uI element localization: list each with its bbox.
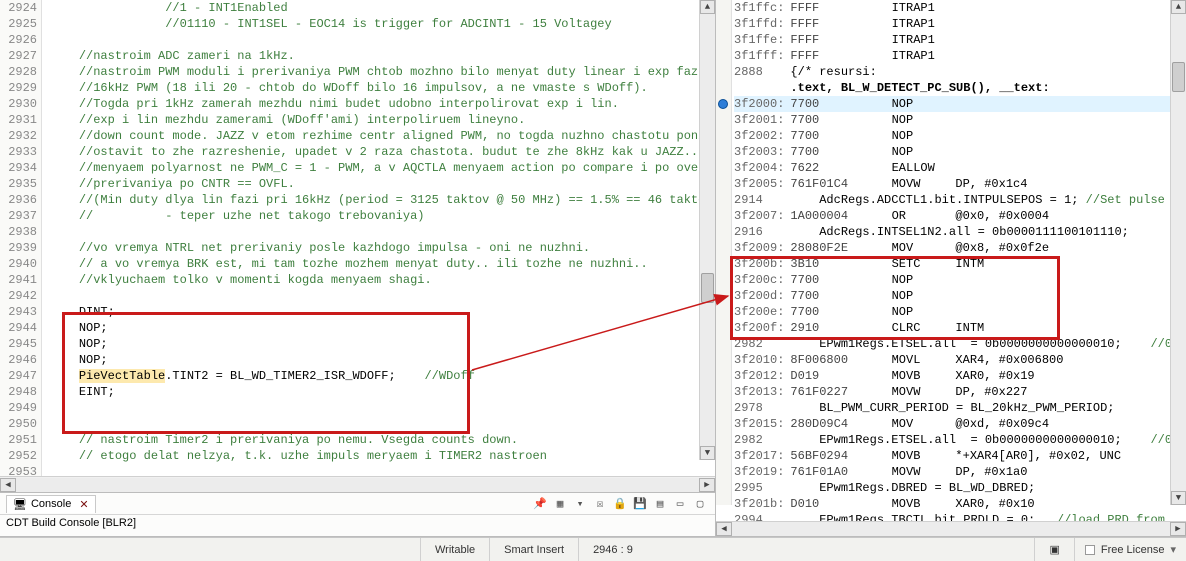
- disasm-row[interactable]: 3f2013:761F0227 MOVWDP, #0x227: [734, 384, 1178, 400]
- console-tab[interactable]: 🖥 Console ✕: [6, 495, 96, 513]
- dropdown-icon[interactable]: ▾: [571, 495, 589, 513]
- disasm-row[interactable]: 3f200b:3B10 SETCINTM: [734, 256, 1178, 272]
- status-bar: Writable Smart Insert 2946 : 9 ▣ Free Li…: [0, 537, 1186, 561]
- disasm-row[interactable]: 3f2009:28080F2E MOV@0x8, #0x0f2e: [734, 240, 1178, 256]
- disasm-row[interactable]: 3f2010:8F006800 MOVLXAR4, #0x006800: [734, 352, 1178, 368]
- disassembly-view: 3f1ffc:FFFF ITRAP13f1ffd:FFFF ITRAP13f1f…: [716, 0, 1186, 536]
- disasm-row[interactable]: 3f2015:280D09C4 MOV@0xd, #0x09c4: [734, 416, 1178, 432]
- console-tab-label: Console: [31, 498, 71, 510]
- scroll-lock-icon[interactable]: 🔒: [611, 495, 629, 513]
- disasm-row[interactable]: 3f200c:7700 NOP: [734, 272, 1178, 288]
- editor-vertical-scrollbar[interactable]: ▲ ▼: [699, 0, 715, 460]
- console-toolbar: 📌 ▦ ▾ ☒ 🔒 💾 ▤ ▭ ▢: [531, 495, 715, 513]
- disasm-row[interactable]: 3f2019:761F01A0 MOVWDP, #0x1a0: [734, 464, 1178, 480]
- scroll-up-button[interactable]: ▲: [1171, 0, 1186, 14]
- disasm-row[interactable]: 3f2007:1A000004 OR@0x0, #0x0004: [734, 208, 1178, 224]
- console-body-line: CDT Build Console [BLR2]: [0, 515, 715, 536]
- open-console-icon[interactable]: ▤: [651, 495, 669, 513]
- editor-horizontal-scrollbar[interactable]: ◀ ▶: [0, 476, 715, 492]
- source-editor: 2924292529262927292829292930293129322933…: [0, 0, 716, 536]
- license-icon: [1085, 545, 1095, 555]
- disasm-row[interactable]: 3f1fff:FFFF ITRAP1: [734, 48, 1178, 64]
- status-chip-icon: ▣: [1034, 538, 1073, 561]
- disasm-row[interactable]: 3f2002:7700 NOP: [734, 128, 1178, 144]
- disasm-row[interactable]: 3f2000:7700 NOP: [734, 96, 1178, 112]
- disasm-row[interactable]: 2914 AdcRegs.ADCCTL1.bit.INTPULSEPOS = 1…: [734, 192, 1178, 208]
- editor-gutter: 2924292529262927292829292930293129322933…: [0, 0, 42, 476]
- status-cursor-pos: 2946 : 9: [578, 538, 647, 561]
- disasm-row[interactable]: 3f200e:7700 NOP: [734, 304, 1178, 320]
- disasm-row[interactable]: 3f1ffc:FFFF ITRAP1: [734, 0, 1178, 16]
- chevron-down-icon[interactable]: ▾: [1170, 543, 1176, 556]
- disasm-row[interactable]: 2888{/* resursi:: [734, 64, 1178, 80]
- disasm-row[interactable]: 3f2003:7700 NOP: [734, 144, 1178, 160]
- minimize-icon[interactable]: ▭: [671, 495, 689, 513]
- breakpoint-marker[interactable]: [718, 99, 728, 109]
- disasm-row[interactable]: 2982 EPwm1Regs.ETSEL.all = 0b00000000000…: [734, 336, 1178, 352]
- status-writable: Writable: [420, 538, 489, 561]
- console-panel: 🖥 Console ✕ 📌 ▦ ▾ ☒ 🔒 💾 ▤ ▭ ▢: [0, 492, 715, 536]
- disasm-row[interactable]: 3f2005:761F01C4 MOVWDP, #0x1c4: [734, 176, 1178, 192]
- disasm-row[interactable]: 2994 EPwm1Regs.TBCTL.bit.PRDLD = 0; //lo…: [734, 512, 1178, 521]
- status-license: Free License: [1101, 544, 1165, 556]
- disasm-row[interactable]: 3f1ffe:FFFF ITRAP1: [734, 32, 1178, 48]
- scroll-down-button[interactable]: ▼: [700, 446, 715, 460]
- disasm-horizontal-scrollbar[interactable]: ◀ ▶: [716, 521, 1186, 536]
- disasm-marker-column: [716, 0, 732, 505]
- save-icon[interactable]: 💾: [631, 495, 649, 513]
- disasm-row[interactable]: 3f2017:56BF0294 MOVB*+XAR4[AR0], #0x02, …: [734, 448, 1178, 464]
- scroll-left-button[interactable]: ◀: [0, 478, 16, 492]
- scroll-up-button[interactable]: ▲: [700, 0, 715, 14]
- scroll-right-button[interactable]: ▶: [1170, 522, 1186, 536]
- clear-icon[interactable]: ☒: [591, 495, 609, 513]
- disassembly-table[interactable]: 3f1ffc:FFFF ITRAP13f1ffd:FFFF ITRAP13f1f…: [734, 0, 1178, 521]
- display-selected-icon[interactable]: ▦: [551, 495, 569, 513]
- disasm-vertical-scrollbar[interactable]: ▲ ▼: [1170, 0, 1186, 505]
- scroll-thumb[interactable]: [701, 273, 714, 303]
- scroll-down-button[interactable]: ▼: [1171, 491, 1186, 505]
- disasm-row[interactable]: .text, BL_W_DETECT_PC_SUB(), __text:: [734, 80, 1178, 96]
- disasm-row[interactable]: 2916 AdcRegs.INTSEL1N2.all = 0b000011110…: [734, 224, 1178, 240]
- scroll-thumb[interactable]: [1172, 62, 1185, 92]
- scroll-right-button[interactable]: ▶: [699, 478, 715, 492]
- close-icon[interactable]: ✕: [79, 498, 88, 511]
- disasm-row[interactable]: 2978 BL_PWM_CURR_PERIOD = BL_20kHz_PWM_P…: [734, 400, 1178, 416]
- disasm-row[interactable]: 2995 EPwm1Regs.DBRED = BL_WD_DBRED;: [734, 480, 1178, 496]
- disasm-row[interactable]: 2982 EPwm1Regs.ETSEL.all = 0b00000000000…: [734, 432, 1178, 448]
- disasm-row[interactable]: 3f2001:7700 NOP: [734, 112, 1178, 128]
- scroll-left-button[interactable]: ◀: [716, 522, 732, 536]
- status-insert-mode: Smart Insert: [489, 538, 578, 561]
- disasm-row[interactable]: 3f200f:2910 CLRCINTM: [734, 320, 1178, 336]
- disasm-row[interactable]: 3f200d:7700 NOP: [734, 288, 1178, 304]
- editor-code-area[interactable]: //1 - INT1Enabled //01110 - INT1SEL - EO…: [42, 0, 715, 476]
- disasm-row[interactable]: 3f1ffd:FFFF ITRAP1: [734, 16, 1178, 32]
- pin-icon[interactable]: 📌: [531, 495, 549, 513]
- disasm-row[interactable]: 3f2012:D019 MOVBXAR0, #0x19: [734, 368, 1178, 384]
- maximize-icon[interactable]: ▢: [691, 495, 709, 513]
- disasm-row[interactable]: 3f2004:7622 EALLOW: [734, 160, 1178, 176]
- disasm-row[interactable]: 3f201b:D010 MOVBXAR0, #0x10: [734, 496, 1178, 512]
- console-icon: 🖥: [13, 498, 27, 511]
